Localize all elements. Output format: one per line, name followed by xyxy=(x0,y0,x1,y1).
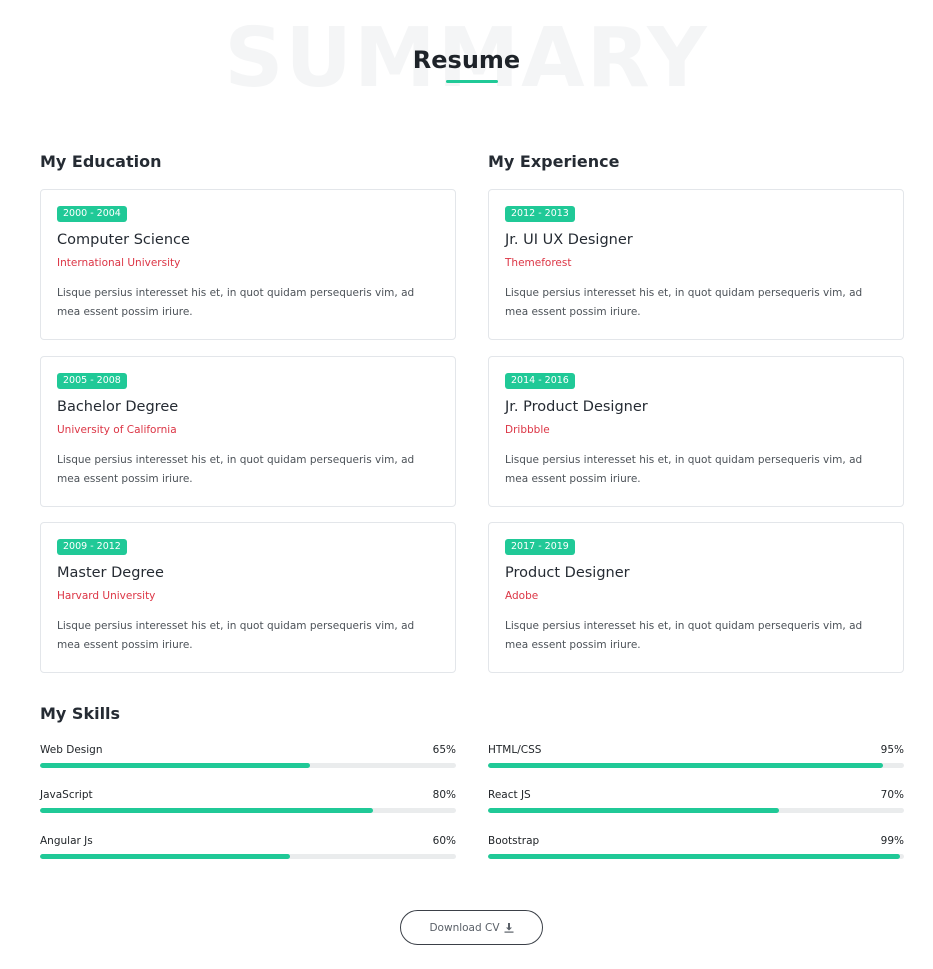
experience-heading: My Experience xyxy=(488,152,620,171)
experience-card: 2017 - 2019 Product Designer Adobe Lisqu… xyxy=(488,522,904,673)
card-title: Master Degree xyxy=(57,565,164,581)
experience-card: 2014 - 2016 Jr. Product Designer Dribbbl… xyxy=(488,356,904,507)
skill-percent: 99% xyxy=(880,835,904,847)
page-title: Resume xyxy=(412,46,521,74)
skill-percent: 60% xyxy=(432,835,456,847)
card-description: Lisque persius interesset his et, in quo… xyxy=(57,287,415,318)
skill-progress-fill xyxy=(40,854,290,859)
skill-angular-js: Angular Js 60% xyxy=(40,835,456,865)
skill-progress-fill xyxy=(40,763,311,768)
card-title: Computer Science xyxy=(57,232,190,248)
card-place: Themeforest xyxy=(505,257,572,269)
download-cv-button[interactable]: Download CV xyxy=(400,910,543,945)
skill-html-css: HTML/CSS 95% xyxy=(488,744,904,774)
card-description: Lisque persius interesset his et, in quo… xyxy=(505,287,863,318)
skill-bootstrap: Bootstrap 99% xyxy=(488,835,904,865)
card-title: Jr. UI UX Designer xyxy=(505,232,633,248)
skill-name: Angular Js xyxy=(40,835,93,847)
education-card: 2009 - 2012 Master Degree Harvard Univer… xyxy=(40,522,456,673)
skill-react-js: React JS 70% xyxy=(488,789,904,819)
card-description: Lisque persius interesset his et, in quo… xyxy=(57,454,415,485)
card-title: Bachelor Degree xyxy=(57,399,179,415)
download-cv-label: Download CV xyxy=(429,921,500,934)
year-badge: 2005 - 2008 xyxy=(57,373,127,390)
title-underline xyxy=(446,80,498,83)
skill-percent: 80% xyxy=(432,789,456,801)
skill-progress-track xyxy=(488,763,904,768)
education-card: 2000 - 2004 Computer Science Internation… xyxy=(40,189,456,340)
skill-progress-track xyxy=(40,808,456,813)
skill-progress-fill xyxy=(488,808,780,813)
skill-name: Web Design xyxy=(40,744,103,756)
skill-javascript: JavaScript 80% xyxy=(40,789,456,819)
skill-name: React JS xyxy=(488,789,531,801)
card-place: International University xyxy=(57,257,181,269)
skill-name: Bootstrap xyxy=(488,835,540,847)
year-badge: 2009 - 2012 xyxy=(57,539,127,556)
experience-card: 2012 - 2013 Jr. UI UX Designer Themefore… xyxy=(488,189,904,340)
year-badge: 2014 - 2016 xyxy=(505,373,575,390)
year-badge: 2000 - 2004 xyxy=(57,206,127,223)
skill-progress-track xyxy=(40,854,456,859)
year-badge: 2017 - 2019 xyxy=(505,539,575,556)
card-description: Lisque persius interesset his et, in quo… xyxy=(57,620,415,651)
skill-percent: 65% xyxy=(432,744,456,756)
skill-progress-fill xyxy=(488,854,900,859)
section-header: SUMMARY Resume xyxy=(0,0,933,120)
skill-progress-fill xyxy=(40,808,373,813)
year-badge: 2012 - 2013 xyxy=(505,206,575,223)
card-place: Adobe xyxy=(505,590,539,602)
card-place: Harvard University xyxy=(57,590,156,602)
card-place: Dribbble xyxy=(505,424,550,436)
card-title: Jr. Product Designer xyxy=(505,399,648,415)
skill-progress-track xyxy=(488,808,904,813)
skill-progress-track xyxy=(40,763,456,768)
card-description: Lisque persius interesset his et, in quo… xyxy=(505,620,863,651)
card-title: Product Designer xyxy=(505,565,630,581)
card-description: Lisque persius interesset his et, in quo… xyxy=(505,454,863,485)
skill-progress-fill xyxy=(488,763,884,768)
card-place: University of California xyxy=(57,424,177,436)
education-card: 2005 - 2008 Bachelor Degree University o… xyxy=(40,356,456,507)
skill-name: HTML/CSS xyxy=(488,744,542,756)
skills-heading: My Skills xyxy=(40,704,121,723)
education-heading: My Education xyxy=(40,152,162,171)
skill-progress-track xyxy=(488,854,904,859)
skill-percent: 95% xyxy=(880,744,904,756)
skill-percent: 70% xyxy=(880,789,904,801)
download-icon xyxy=(504,922,514,933)
skill-web-design: Web Design 65% xyxy=(40,744,456,774)
skill-name: JavaScript xyxy=(40,789,93,801)
